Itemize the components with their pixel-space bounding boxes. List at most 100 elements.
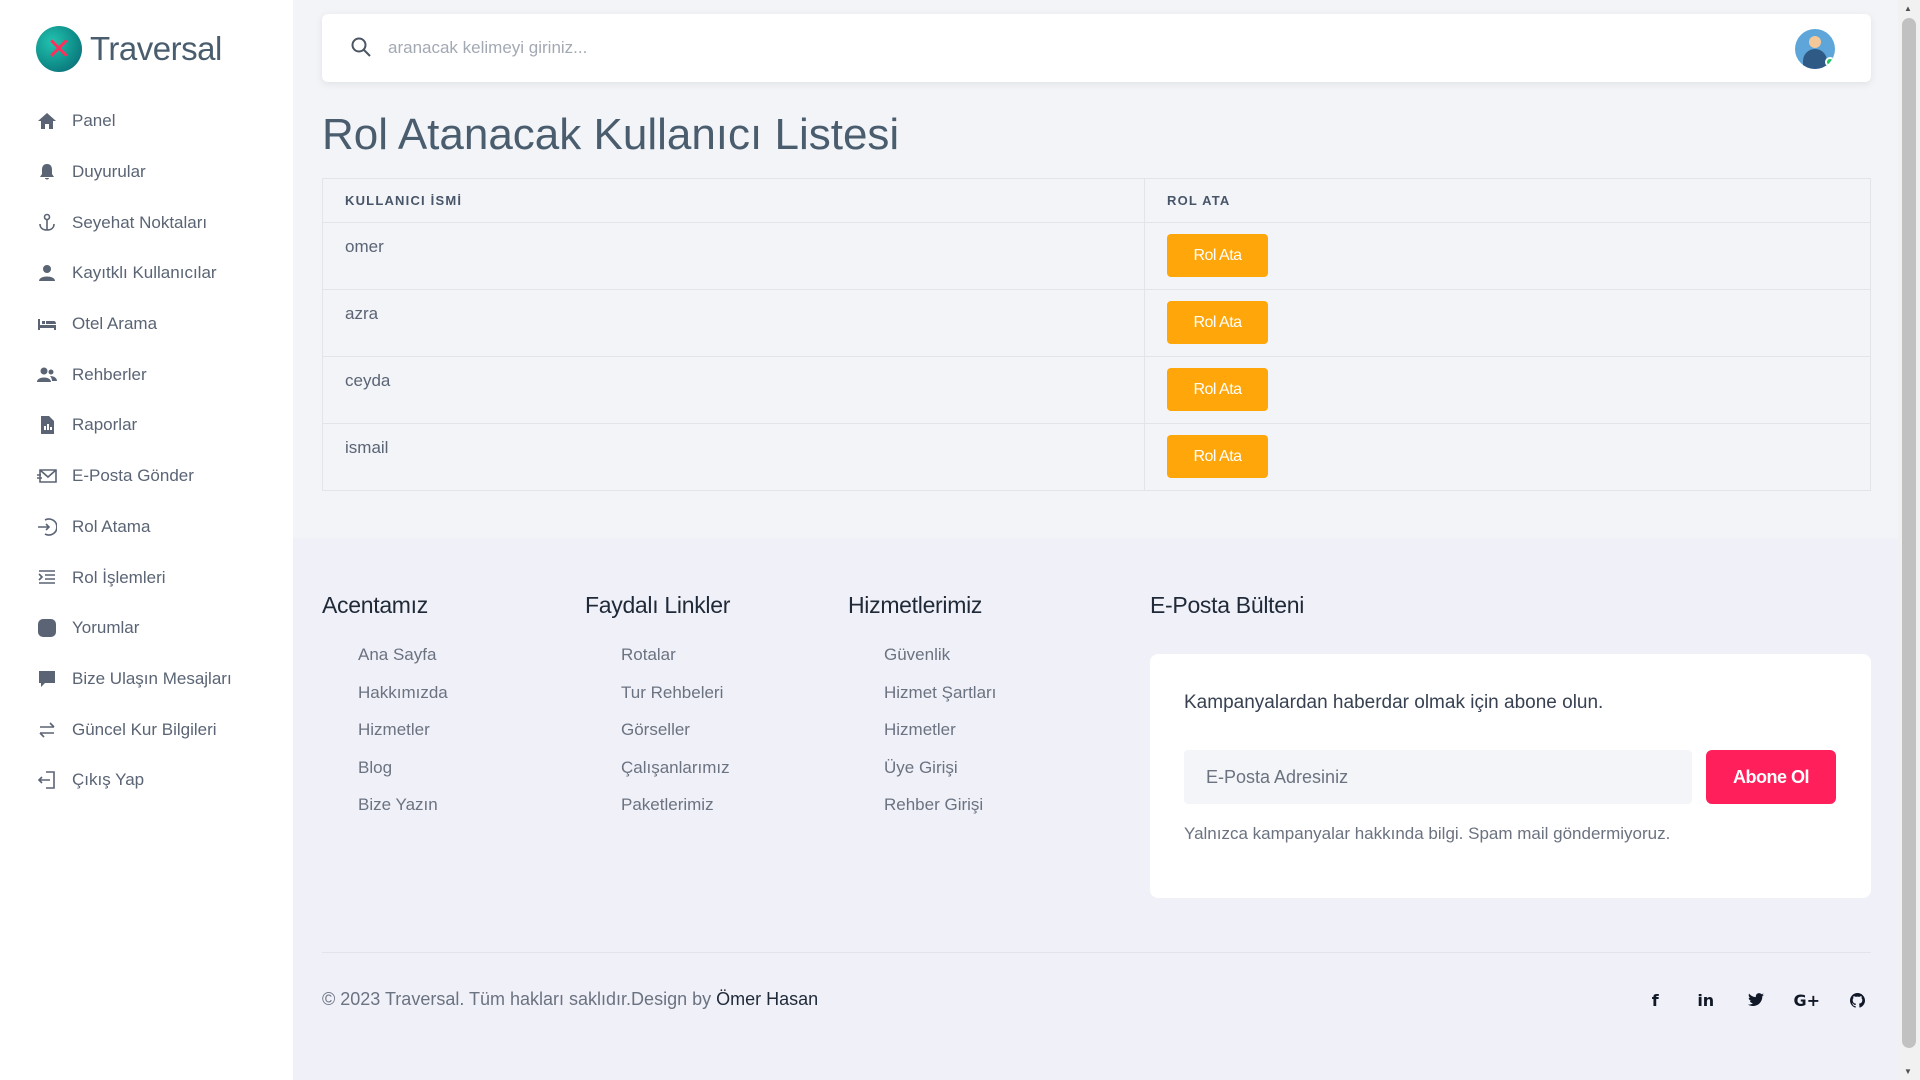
footer-link[interactable]: Blog	[358, 758, 448, 796]
column-header-username: KULLANICI İSMİ	[322, 178, 1145, 223]
sidebar-item-label: Bize Ulaşın Mesajları	[72, 668, 232, 688]
footer-link[interactable]: Hizmet Şartları	[884, 683, 996, 721]
footer-column-agency: Acentamız Ana Sayfa Hakkımızda Hizmetler…	[322, 592, 448, 833]
avatar[interactable]	[1795, 29, 1835, 69]
logo[interactable]: ✕ Traversal	[36, 26, 222, 72]
top-search-bar	[322, 14, 1871, 82]
footer-link[interactable]: Tur Rehbeleri	[621, 683, 730, 721]
twitter-icon[interactable]	[1731, 989, 1782, 1011]
sidebar-item-guncel-kur-bilgileri[interactable]: Güncel Kur Bilgileri	[36, 704, 232, 755]
sidebar-item-label: Otel Arama	[72, 314, 158, 334]
username-cell: azra	[322, 289, 1145, 357]
footer-column-title: Acentamız	[322, 592, 428, 618]
footer-column-title: Faydalı Linkler	[585, 592, 731, 618]
table-row: ismail Rol Ata	[322, 423, 1871, 491]
newsletter-email-input[interactable]	[1184, 750, 1692, 804]
username-cell: ismail	[322, 423, 1145, 491]
author-name[interactable]: Ömer Hasan	[716, 989, 818, 1009]
sidebar-item-yorumlar[interactable]: Yorumlar	[36, 603, 232, 654]
online-status-indicator	[1825, 57, 1835, 67]
newsletter-text: Kampanyalardan haberdar olmak için abone…	[1184, 692, 1604, 713]
sidebar-item-label: Seyehat Noktaları	[72, 212, 208, 232]
sidebar-item-otel-arama[interactable]: Otel Arama	[36, 299, 232, 350]
footer-link[interactable]: Hakkımızda	[358, 683, 448, 721]
sidebar-item-label: Raporlar	[72, 415, 138, 435]
footer-link[interactable]: Hizmetler	[358, 720, 448, 758]
page-scrollbar[interactable]: ▲ ▼	[1898, 0, 1920, 1080]
exchange-icon	[36, 719, 58, 741]
sidebar-item-panel[interactable]: Panel	[36, 96, 232, 147]
assign-role-button[interactable]: Rol Ata	[1167, 368, 1268, 411]
user-role-table: KULLANICI İSMİ ROL ATA omer Rol Ata azra…	[322, 178, 1871, 491]
table-row: azra Rol Ata	[322, 289, 1871, 357]
list-indent-icon	[36, 567, 58, 589]
sidebar-item-duyurular[interactable]: Duyurular	[36, 147, 232, 198]
footer-column-title: Hizmetlerimiz	[848, 592, 983, 618]
scroll-down-arrow[interactable]: ▼	[1904, 1067, 1912, 1076]
mail-send-icon	[36, 465, 58, 487]
sidebar-item-label: Rol İşlemleri	[72, 567, 166, 587]
bed-icon	[36, 313, 58, 335]
home-icon	[36, 110, 58, 132]
sidebar-item-label: Güncel Kur Bilgileri	[72, 719, 217, 739]
sidebar-item-raporlar[interactable]: Raporlar	[36, 400, 232, 451]
app-name: Traversal	[90, 30, 222, 67]
footer-column-services: Hizmetlerimiz Güvenlik Hizmet Şartları H…	[848, 592, 996, 833]
sidebar-item-label: Yorumlar	[72, 618, 140, 638]
footer-column-newsletter: E-Posta Bülteni	[1150, 592, 1304, 619]
google-plus-icon[interactable]: G+	[1782, 989, 1833, 1011]
footer-link[interactable]: Rotalar	[621, 645, 730, 683]
sidebar-item-label: Rehberler	[72, 364, 147, 384]
github-icon[interactable]	[1832, 989, 1883, 1011]
page-title: Rol Atanacak Kullanıcı Listesi	[322, 110, 900, 159]
scroll-up-arrow[interactable]: ▲	[1904, 4, 1912, 13]
sidebar-item-bize-ulasin-mesajlari[interactable]: Bize Ulaşın Mesajları	[36, 654, 232, 705]
social-links: f in G+	[1630, 989, 1883, 1011]
sidebar-item-rehberler[interactable]: Rehberler	[36, 349, 232, 400]
footer-link[interactable]: Görseller	[621, 720, 730, 758]
assign-role-button[interactable]: Rol Ata	[1167, 435, 1268, 478]
sidebar-item-cikis-yap[interactable]: Çıkış Yap	[36, 755, 232, 806]
linkedin-icon[interactable]: in	[1681, 989, 1732, 1011]
column-header-assign-role: ROL ATA	[1144, 178, 1871, 223]
table-row: ceyda Rol Ata	[322, 356, 1871, 424]
sidebar-item-label: E-Posta Gönder	[72, 466, 194, 486]
footer-link[interactable]: Paketlerimiz	[621, 795, 730, 833]
footer-column-useful-links: Faydalı Linkler Rotalar Tur Rehbeleri Gö…	[585, 592, 730, 833]
subscribe-button[interactable]: Abone Ol	[1706, 750, 1836, 804]
assign-role-button[interactable]: Rol Ata	[1167, 301, 1268, 344]
report-icon	[36, 414, 58, 436]
footer-link[interactable]: Çalışanlarımız	[621, 758, 730, 796]
logo-icon: ✕	[36, 26, 82, 72]
sidebar-item-seyehat-noktalari[interactable]: Seyehat Noktaları	[36, 197, 232, 248]
bell-icon	[36, 161, 58, 183]
sidebar-item-label: Duyurular	[72, 162, 146, 182]
footer-link[interactable]: Rehber Girişi	[884, 795, 996, 833]
users-icon	[36, 364, 58, 386]
sidebar: ✕ Traversal Panel Duyurular Seyehat Nokt…	[0, 0, 293, 1080]
footer-divider	[322, 952, 1871, 953]
sidebar-item-label: Kayıtklı Kullanıcılar	[72, 263, 217, 283]
sidebar-item-kayitli-kullanicilar[interactable]: Kayıtklı Kullanıcılar	[36, 248, 232, 299]
username-cell: ceyda	[322, 356, 1145, 424]
footer-link[interactable]: Ana Sayfa	[358, 645, 448, 683]
scrollbar-thumb[interactable]	[1902, 18, 1916, 1048]
newsletter-note: Yalnızca kampanyalar hakkında bilgi. Spa…	[1184, 824, 1671, 843]
sidebar-item-rol-islemleri[interactable]: Rol İşlemleri	[36, 552, 232, 603]
logout-icon	[36, 769, 58, 791]
assign-role-button[interactable]: Rol Ata	[1167, 234, 1268, 277]
sidebar-item-label: Panel	[72, 111, 116, 131]
facebook-icon[interactable]: f	[1630, 989, 1681, 1011]
table-row: omer Rol Ata	[322, 222, 1871, 290]
footer-link[interactable]: Bize Yazın	[358, 795, 448, 833]
footer-link[interactable]: Güvenlik	[884, 645, 996, 683]
search-input[interactable]	[388, 30, 1188, 66]
sidebar-item-rol-atama[interactable]: Rol Atama	[36, 502, 232, 553]
username-cell: omer	[322, 222, 1145, 290]
search-icon[interactable]	[350, 36, 372, 63]
sidebar-nav: Panel Duyurular Seyehat Noktaları Kayıtk…	[36, 96, 232, 806]
comment-square-icon	[36, 617, 58, 639]
footer-link[interactable]: Hizmetler	[884, 720, 996, 758]
sidebar-item-e-posta-gonder[interactable]: E-Posta Gönder	[36, 451, 232, 502]
footer-link[interactable]: Üye Girişi	[884, 758, 996, 796]
